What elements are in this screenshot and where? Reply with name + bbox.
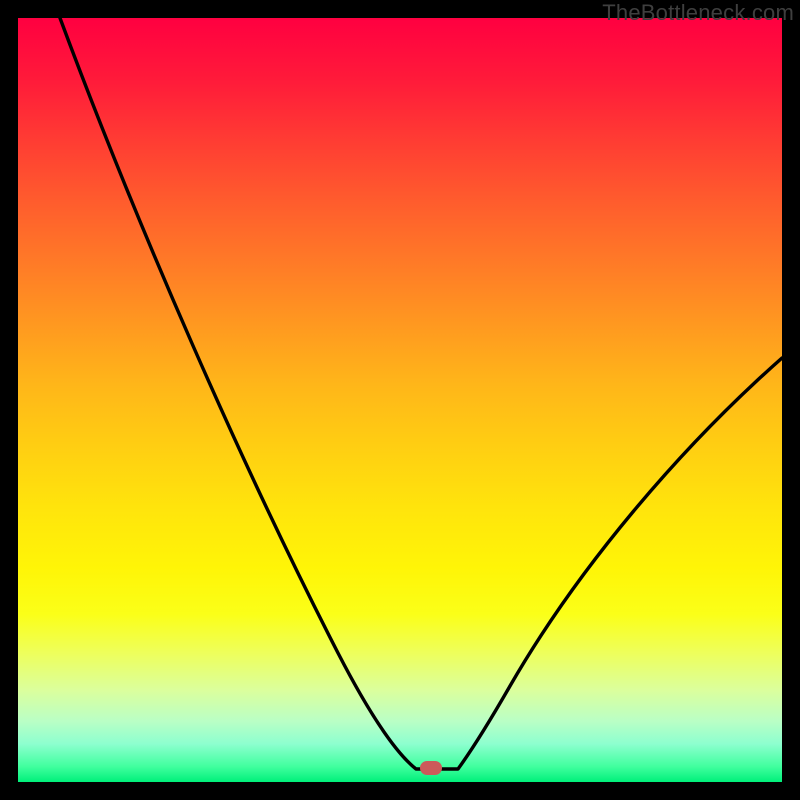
plot-area [18,18,782,782]
curve-path [60,18,782,769]
optimal-point-marker [420,761,442,775]
chart-frame: TheBottleneck.com [0,0,800,800]
bottleneck-curve [18,18,782,782]
watermark-text: TheBottleneck.com [602,0,794,26]
